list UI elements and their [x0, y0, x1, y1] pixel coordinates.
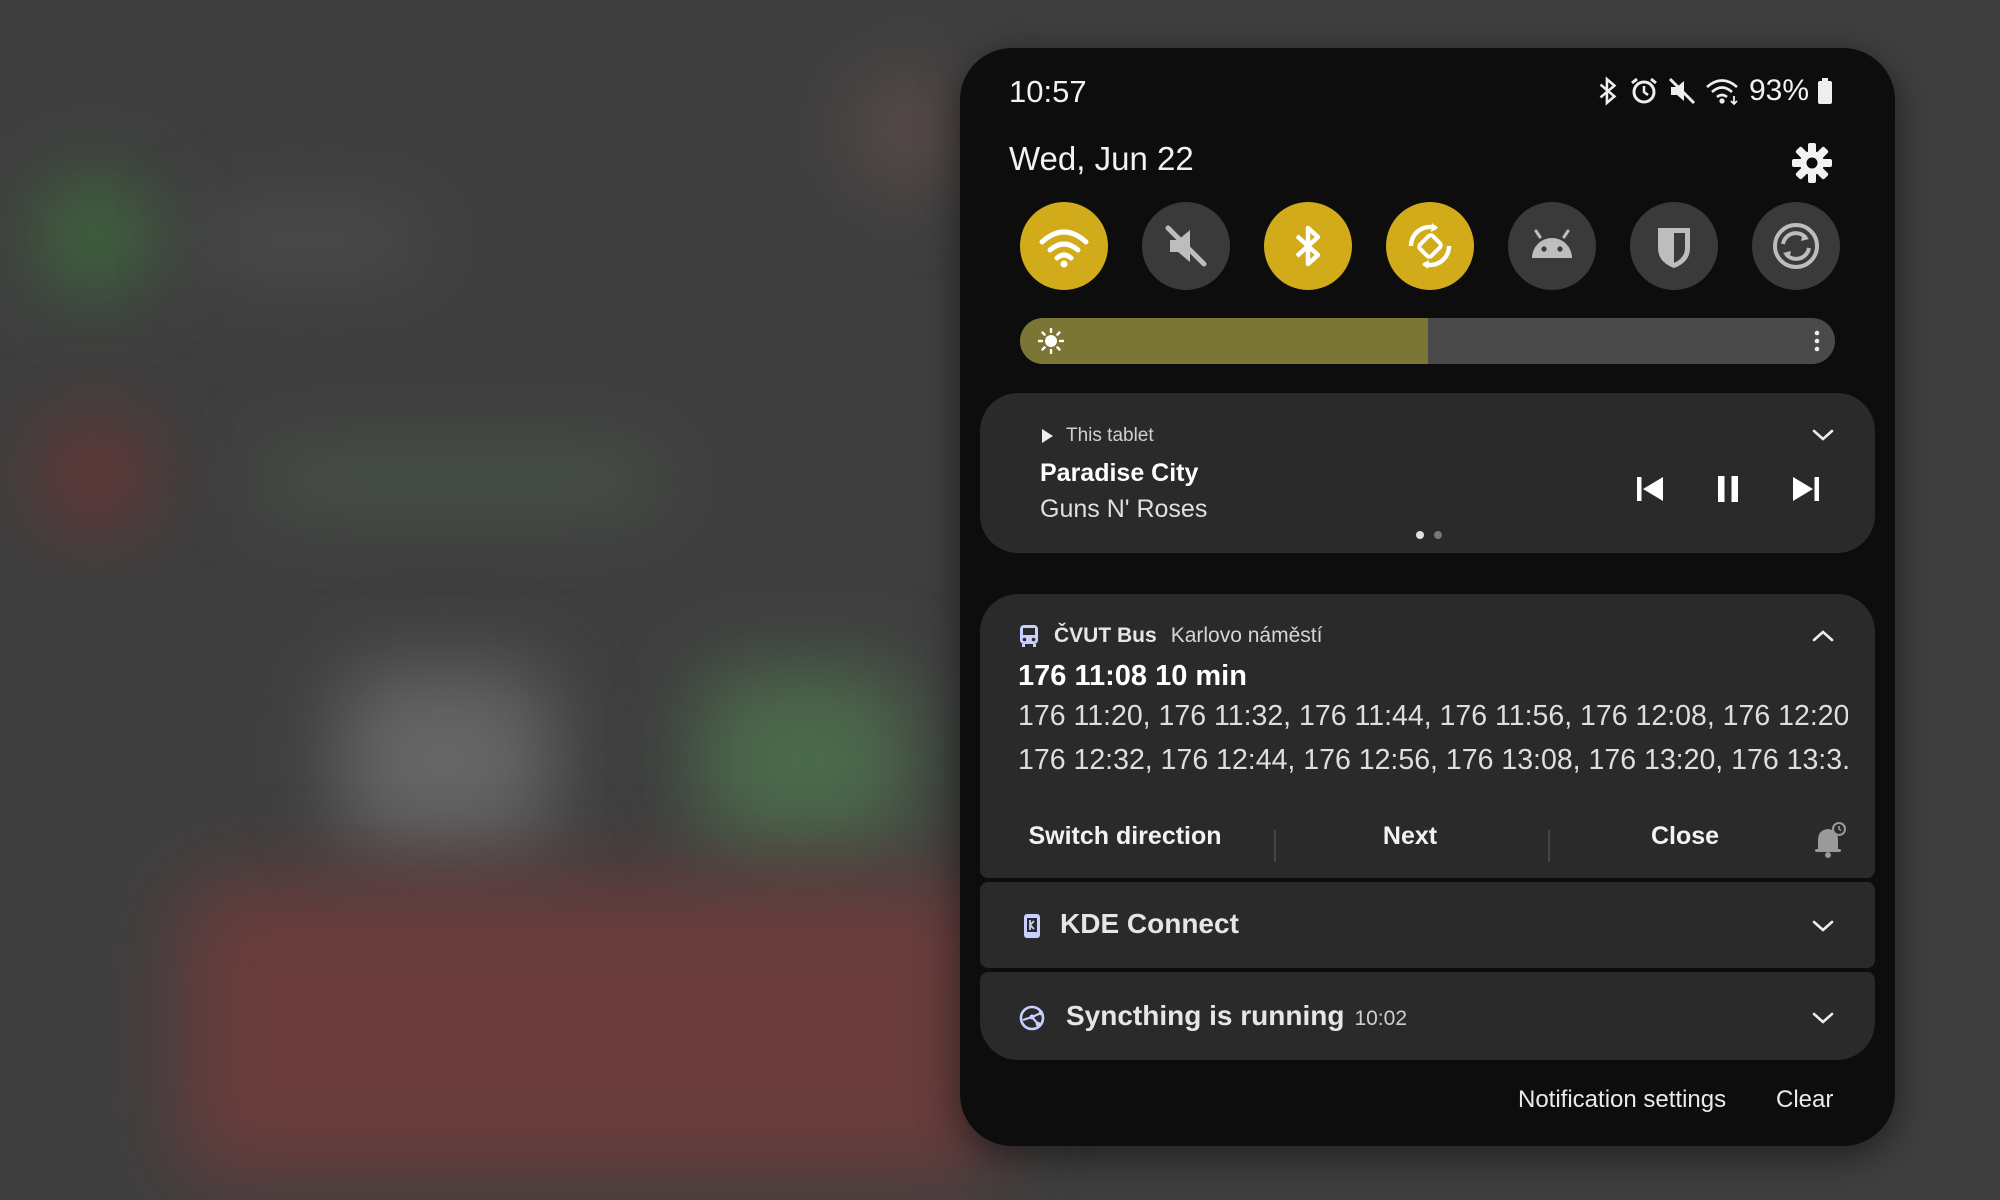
blurred-widget	[340, 670, 550, 850]
brightness-slider[interactable]	[1020, 318, 1835, 364]
auto-rotate-icon	[1408, 223, 1452, 269]
quick-toggles	[1020, 202, 1840, 292]
notification-time: 10:02	[1354, 1007, 1408, 1030]
syncthing-title: Syncthing is running	[1066, 1000, 1345, 1031]
toggle-bitwarden[interactable]	[1630, 202, 1718, 290]
shield-icon	[1658, 228, 1690, 268]
bluetooth-icon	[1295, 225, 1321, 267]
bus-notification[interactable]: ČVUT Bus Karlovo náměstí 176 11:08 10 mi…	[980, 594, 1875, 878]
toggle-bluetooth[interactable]	[1264, 202, 1352, 290]
wifi-status-icon	[1706, 79, 1738, 106]
bluetooth-status-icon	[1599, 76, 1617, 106]
notification-shade: 10:57 93% Wed, Jun 22 This tablet Paradi…	[960, 48, 1895, 1146]
blurred-app-icon	[40, 420, 150, 530]
battery-icon	[1818, 78, 1832, 104]
blurred-widget	[180, 880, 1000, 1180]
toggle-android[interactable]	[1508, 202, 1596, 290]
notification-text-line: 176 12:32, 176 12:44, 176 12:56, 176 13:…	[1018, 744, 1848, 776]
notification-actions: Switch direction Next Close	[980, 822, 1875, 872]
blurred-text	[200, 220, 420, 260]
toggle-sound[interactable]	[1142, 202, 1230, 290]
syncthing-label: Syncthing is running 10:02	[1066, 1000, 1407, 1032]
media-artist: Guns N' Roses	[1040, 495, 1208, 523]
notification-text-line: 176 11:20, 176 11:32, 176 11:44, 176 11:…	[1018, 700, 1848, 732]
gear-icon	[1792, 143, 1832, 183]
chevron-down-icon[interactable]	[1811, 427, 1835, 443]
sun-icon	[1038, 328, 1064, 354]
date: Wed, Jun 22	[1009, 140, 1194, 177]
brightness-slider-fill	[1020, 318, 1428, 364]
blurred-app-icon	[40, 180, 150, 290]
mute-icon	[1165, 225, 1207, 267]
alarm-status-icon	[1631, 77, 1657, 104]
kde-connect-label: KDE Connect	[1060, 908, 1239, 939]
media-title: Paradise City	[1040, 459, 1199, 487]
chevron-down-icon[interactable]	[1811, 1010, 1835, 1026]
media-source-label: This tablet	[1066, 425, 1154, 446]
notification-title: 176 11:08 10 min	[1018, 660, 1247, 692]
kde-connect-icon	[1024, 914, 1040, 938]
battery-percent: 93%	[1748, 74, 1809, 107]
blurred-text	[260, 460, 660, 500]
page-dot	[1416, 531, 1424, 539]
syncthing-notification[interactable]: Syncthing is running 10:02	[980, 972, 1875, 1060]
chevron-down-icon[interactable]	[1811, 918, 1835, 934]
toggle-auto-rotate[interactable]	[1386, 202, 1474, 290]
close-button[interactable]: Close	[1555, 822, 1815, 851]
chevron-up-icon[interactable]	[1811, 628, 1835, 644]
blurred-avatar	[850, 70, 970, 190]
toggle-wifi[interactable]	[1020, 202, 1108, 290]
play-small-icon	[1042, 429, 1053, 443]
syncthing-icon	[1019, 1005, 1045, 1031]
page-dot	[1434, 531, 1442, 539]
notification-settings-button[interactable]: Notification settings	[1518, 1086, 1726, 1114]
wifi-icon	[1039, 229, 1089, 268]
notification-header: ČVUT Bus Karlovo náměstí	[1018, 624, 1322, 648]
clear-button[interactable]: Clear	[1776, 1086, 1833, 1114]
action-divider	[1274, 830, 1276, 862]
media-output-selector[interactable]: This tablet	[1040, 425, 1154, 447]
action-divider	[1548, 830, 1550, 862]
pause-icon[interactable]	[1710, 471, 1746, 507]
blurred-widget	[700, 670, 910, 850]
sync-icon	[1773, 223, 1819, 269]
notification-subtitle: Karlovo náměstí	[1170, 624, 1323, 647]
settings-button[interactable]	[1789, 140, 1835, 186]
switch-direction-button[interactable]: Switch direction	[1000, 822, 1250, 851]
media-player-card: This tablet Paradise City Guns N' Roses	[980, 393, 1875, 553]
android-icon	[1532, 229, 1572, 258]
next-button[interactable]: Next	[1280, 822, 1540, 851]
media-page-indicator	[1416, 531, 1442, 539]
snooze-bell-icon[interactable]	[1812, 822, 1846, 858]
next-track-icon[interactable]	[1788, 471, 1824, 507]
notification-app-name: ČVUT Bus	[1054, 624, 1157, 647]
kde-connect-notification[interactable]: KDE Connect	[980, 882, 1875, 968]
status-time: 10:57	[1009, 74, 1087, 109]
toggle-sync[interactable]	[1752, 202, 1840, 290]
status-icons: 93%	[1595, 74, 1833, 108]
bus-icon	[1020, 625, 1038, 647]
mute-status-icon	[1668, 77, 1696, 105]
previous-track-icon[interactable]	[1632, 471, 1668, 507]
more-vertical-icon[interactable]	[1813, 329, 1821, 353]
